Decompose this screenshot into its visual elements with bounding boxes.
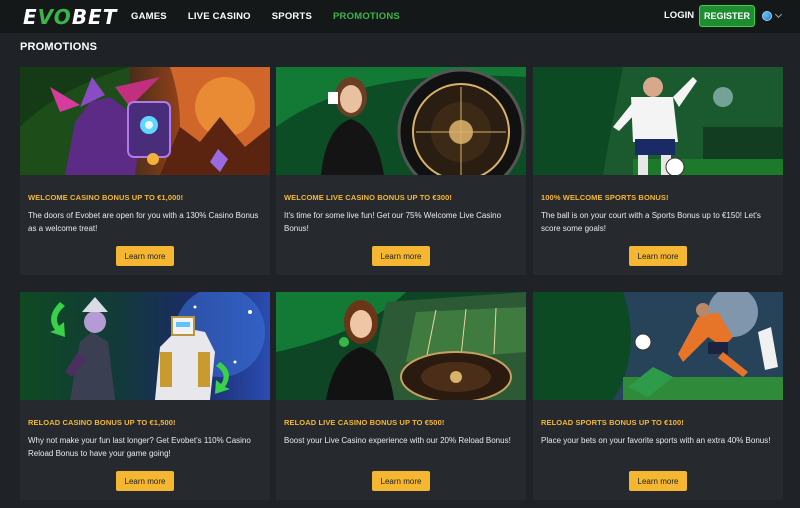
promo-title: 100% WELCOME SPORTS BONUS! bbox=[541, 193, 669, 202]
learn-more-button[interactable]: Learn more bbox=[372, 471, 430, 491]
promo-image-welcome-live-casino bbox=[276, 67, 526, 175]
login-link[interactable]: LOGIN bbox=[664, 10, 694, 21]
evobet-logo[interactable]: EVOBET bbox=[23, 5, 117, 29]
promo-image-reload-live-casino bbox=[276, 292, 526, 400]
promo-card-welcome-live-casino: WELCOME LIVE CASINO BONUS UP TO €300! It… bbox=[276, 67, 526, 275]
globe-icon bbox=[762, 11, 772, 21]
nav-promotions[interactable]: PROMOTIONS bbox=[333, 11, 400, 22]
chevron-down-icon bbox=[774, 10, 783, 19]
page-title: PROMOTIONS bbox=[20, 41, 98, 53]
promo-title: RELOAD SPORTS BONUS UP TO €100! bbox=[541, 418, 684, 427]
promo-title: WELCOME LIVE CASINO BONUS UP TO €300! bbox=[284, 193, 453, 202]
promo-description: The ball is on your court with a Sports … bbox=[541, 211, 761, 233]
nav-live-casino[interactable]: LIVE CASINO bbox=[188, 11, 251, 22]
promo-image-reload-sports bbox=[533, 292, 783, 400]
promo-image-reload-casino bbox=[20, 292, 270, 400]
promo-description: Why not make your fun last longer? Get E… bbox=[28, 436, 251, 458]
learn-more-button[interactable]: Learn more bbox=[372, 246, 430, 266]
promo-card-reload-sports: RELOAD SPORTS BONUS UP TO €100! Place yo… bbox=[533, 292, 783, 500]
promo-card-reload-casino: RELOAD CASINO BONUS UP TO €1,500! Why no… bbox=[20, 292, 270, 500]
nav-games[interactable]: GAMES bbox=[131, 11, 167, 22]
promo-description: It's time for some live fun! Get our 75%… bbox=[284, 211, 502, 233]
promo-card-welcome-sports: 100% WELCOME SPORTS BONUS! The ball is o… bbox=[533, 67, 783, 275]
learn-more-button[interactable]: Learn more bbox=[116, 246, 174, 266]
promo-card-welcome-casino: WELCOME CASINO BONUS UP TO €1,000! The d… bbox=[20, 67, 270, 275]
promo-image-welcome-sports bbox=[533, 67, 783, 175]
promo-description: The doors of Evobet are open for you wit… bbox=[28, 211, 259, 233]
promo-description: Place your bets on your favorite sports … bbox=[541, 436, 771, 445]
promo-title: RELOAD CASINO BONUS UP TO €1,500! bbox=[28, 418, 176, 427]
top-navigation-bar: EVOBET GAMES LIVE CASINO SPORTS PROMOTIO… bbox=[0, 0, 800, 33]
learn-more-button[interactable]: Learn more bbox=[116, 471, 174, 491]
promo-card-reload-live-casino: RELOAD LIVE CASINO BONUS UP TO €500! Boo… bbox=[276, 292, 526, 500]
promo-title: WELCOME CASINO BONUS UP TO €1,000! bbox=[28, 193, 184, 202]
register-button[interactable]: REGISTER bbox=[699, 5, 755, 27]
learn-more-button[interactable]: Learn more bbox=[629, 246, 687, 266]
promo-description: Boost your Live Casino experience with o… bbox=[284, 436, 511, 445]
main-nav: GAMES LIVE CASINO SPORTS PROMOTIONS bbox=[131, 0, 421, 33]
learn-more-button[interactable]: Learn more bbox=[629, 471, 687, 491]
promo-image-welcome-casino bbox=[20, 67, 270, 175]
language-selector[interactable] bbox=[762, 10, 783, 21]
promo-title: RELOAD LIVE CASINO BONUS UP TO €500! bbox=[284, 418, 445, 427]
nav-sports[interactable]: SPORTS bbox=[272, 11, 312, 22]
